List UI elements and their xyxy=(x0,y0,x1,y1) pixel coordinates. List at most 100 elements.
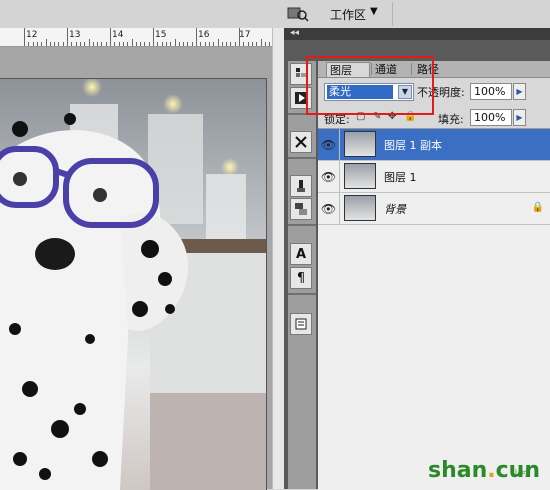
chevron-down-icon[interactable]: ▼ xyxy=(370,6,378,17)
ruler-tick xyxy=(239,28,240,46)
opacity-input[interactable]: 100% xyxy=(470,83,512,100)
ruler-tick xyxy=(269,42,271,46)
divider xyxy=(288,293,316,295)
ruler-label: 16 xyxy=(198,30,210,40)
fill-input[interactable]: 100% xyxy=(470,109,512,126)
annotation-highlight-box xyxy=(306,56,434,115)
collapse-icon[interactable]: ◂◂ xyxy=(290,28,299,38)
ruler-label: 12 xyxy=(26,30,38,40)
ruler-tick xyxy=(256,42,258,46)
ruler-tick xyxy=(36,42,38,46)
character-icon[interactable]: A xyxy=(290,243,312,265)
ruler-tick xyxy=(97,42,99,46)
fill-slider-arrow-icon[interactable]: ▶ xyxy=(513,109,526,126)
ruler-tick xyxy=(247,42,249,46)
ruler-label: 13 xyxy=(69,30,81,40)
bridge-search-icon[interactable] xyxy=(286,5,310,23)
eye-icon[interactable]: 👁 xyxy=(318,193,340,224)
watermark-sub: 山村 xyxy=(512,469,528,478)
ruler-tick xyxy=(135,42,137,46)
ruler-tick xyxy=(92,42,94,46)
lock-icon: 🔒 xyxy=(531,202,544,213)
ruler-tick xyxy=(28,42,30,46)
ruler-tick xyxy=(196,28,197,46)
ruler-tick xyxy=(110,28,111,46)
tool-presets-icon[interactable] xyxy=(290,131,312,153)
ruler-tick xyxy=(174,39,176,46)
layer-thumbnail xyxy=(344,163,376,189)
ruler-label: 15 xyxy=(155,30,167,40)
ruler-tick xyxy=(79,42,81,46)
photo-image xyxy=(0,79,266,490)
layer-thumbnail xyxy=(344,131,376,157)
layer-name: 图层 1 xyxy=(384,171,417,184)
ruler-tick xyxy=(153,28,154,46)
ruler-tick xyxy=(200,42,202,46)
layer-thumbnail xyxy=(344,195,376,221)
ruler-tick xyxy=(114,42,116,46)
panel-icon-column: A ¶ xyxy=(288,61,316,489)
ruler-tick xyxy=(157,42,159,46)
ruler-tick xyxy=(234,42,236,46)
ruler-tick xyxy=(41,42,43,46)
ruler-label: 17 xyxy=(239,30,251,40)
divider xyxy=(288,224,316,226)
application-bar: 工作区 ▼ xyxy=(0,0,550,29)
ruler-tick xyxy=(170,42,172,46)
layer-row[interactable]: 👁 图层 1 xyxy=(318,161,550,193)
ruler-tick xyxy=(32,42,34,46)
opacity-slider-arrow-icon[interactable]: ▶ xyxy=(513,83,526,100)
ruler-tick xyxy=(75,42,77,46)
ruler-tick xyxy=(54,42,56,46)
layers-panel: 图层 × 通道 路径 柔光 ▼ 不透明度: 100% ▶ 锁定: ▢ ✎ ✥ 🔒… xyxy=(318,61,550,490)
eye-icon[interactable]: 👁 xyxy=(318,161,340,192)
eye-icon[interactable]: 👁 xyxy=(318,129,340,160)
ruler-tick xyxy=(24,28,25,46)
notes-icon[interactable] xyxy=(290,313,312,335)
fill-label: 填充: xyxy=(438,113,464,126)
ruler-tick xyxy=(178,42,180,46)
dalmatian-photo[interactable] xyxy=(0,78,267,490)
layer-row[interactable]: 👁 背景 🔒 xyxy=(318,193,550,225)
ruler-tick xyxy=(213,42,215,46)
layer-name: 图层 1 副本 xyxy=(384,139,442,152)
ruler-tick xyxy=(127,42,129,46)
ruler-tick xyxy=(148,42,150,46)
ruler-tick xyxy=(105,42,107,46)
ruler-tick xyxy=(226,42,228,46)
watermark-text-pre: shan xyxy=(428,458,488,483)
ruler-tick xyxy=(58,42,60,46)
ruler-tick xyxy=(88,39,90,46)
ruler-tick xyxy=(264,42,266,46)
ruler-tick xyxy=(131,39,133,46)
clone-source-icon[interactable] xyxy=(290,198,312,220)
ruler-tick xyxy=(251,42,253,46)
paragraph-icon[interactable]: ¶ xyxy=(290,267,312,289)
brushes-icon[interactable] xyxy=(290,175,312,197)
horizontal-ruler: 12 13 14 15 16 17 xyxy=(0,28,272,47)
ruler-tick xyxy=(187,42,189,46)
ruler-tick xyxy=(230,42,232,46)
ruler-tick xyxy=(140,42,142,46)
ruler-tick xyxy=(191,42,193,46)
layer-list: 👁 图层 1 副本 👁 图层 1 👁 背景 🔒 xyxy=(318,128,550,490)
ruler-tick xyxy=(260,39,262,46)
ruler-tick xyxy=(101,42,103,46)
ruler-tick xyxy=(243,42,245,46)
ruler-tick xyxy=(71,42,73,46)
ruler-label: 14 xyxy=(112,30,124,40)
layer-name: 背景 xyxy=(384,203,406,216)
divider xyxy=(288,157,316,159)
ruler-tick xyxy=(84,42,86,46)
ruler-tick xyxy=(217,39,219,46)
divider xyxy=(392,2,393,26)
ruler-tick xyxy=(49,42,51,46)
ruler-tick xyxy=(183,42,185,46)
ruler-tick xyxy=(204,42,206,46)
ruler-tick xyxy=(122,42,124,46)
ruler-tick xyxy=(45,39,47,46)
workspace-menu[interactable]: 工作区 xyxy=(330,6,366,23)
layer-row[interactable]: 👁 图层 1 副本 xyxy=(318,129,550,161)
ruler-tick xyxy=(165,42,167,46)
ruler-tick xyxy=(161,42,163,46)
